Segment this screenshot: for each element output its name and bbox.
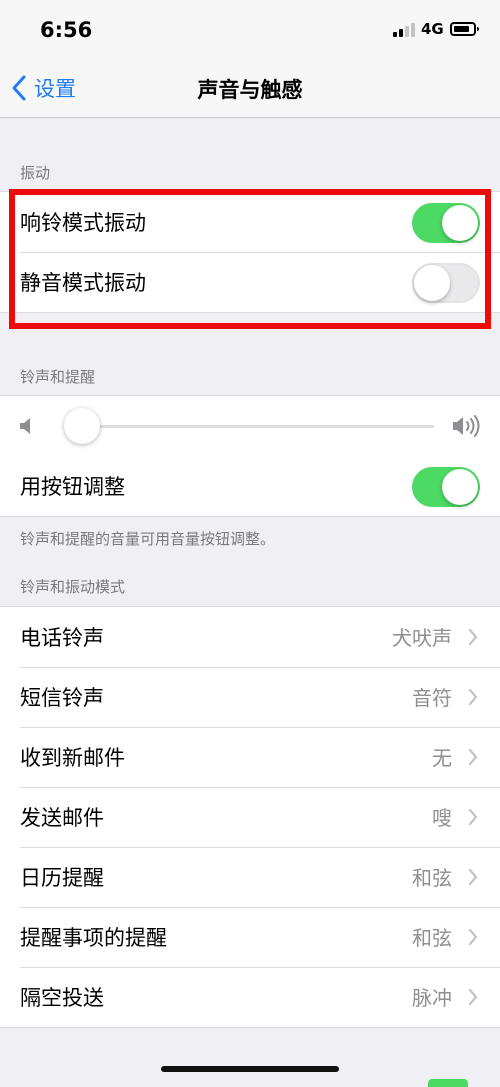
volume-slider-thumb[interactable] [64,408,100,444]
list-item-sent-mail[interactable]: 发送邮件 嗖 [0,787,500,847]
list-item-ringtone[interactable]: 电话铃声 犬吠声 [0,607,500,667]
row-value: 脉冲 [412,986,452,1010]
list-item-new-mail[interactable]: 收到新邮件 无 [0,727,500,787]
section-header-ringer: 铃声和提醒 [20,368,96,386]
silent-vibrate-toggle[interactable] [412,263,480,303]
chevron-right-icon [468,808,478,826]
row-value: 嗖 [432,806,452,830]
page-title: 声音与触感 [197,78,303,102]
row-label: 收到新邮件 [20,746,125,770]
chevron-right-icon [468,628,478,646]
adjust-with-buttons-row: 用按钮调整 [0,456,500,516]
silent-vibrate-row: 静音模式振动 [0,252,500,312]
patterns-group: 电话铃声 犬吠声 短信铃声 音符 收到新邮件 无 发送邮件 嗖 日历提醒 和弦 … [0,606,500,1028]
volume-slider-row [0,396,500,456]
speaker-high-icon [453,415,480,437]
status-bar: 6:56 4G [0,0,500,60]
row-value: 音符 [412,686,452,710]
speaker-low-icon [20,418,30,434]
row-label: 响铃模式振动 [20,211,146,235]
adjust-with-buttons-toggle[interactable] [412,467,480,507]
row-label: 用按钮调整 [20,475,125,499]
navigation-bar: 设置 声音与触感 [0,60,500,118]
row-value: 和弦 [412,866,452,890]
ringer-footnote: 铃声和提醒的音量可用音量按钮调整。 [20,530,276,548]
section-header-vibration: 振动 [20,164,51,182]
home-indicator[interactable] [161,1066,339,1072]
chevron-right-icon [468,988,478,1006]
status-time: 6:56 [40,18,93,42]
network-type: 4G [421,20,444,38]
chevron-right-icon [468,868,478,886]
row-value: 犬吠声 [392,626,452,650]
row-label: 日历提醒 [20,866,104,890]
chevron-right-icon [468,748,478,766]
row-value: 和弦 [412,926,452,950]
ringer-group: 用按钮调整 [0,395,500,517]
partial-toggle [428,1079,468,1087]
battery-icon [450,22,479,36]
list-item-calendar-alerts[interactable]: 日历提醒 和弦 [0,847,500,907]
row-value: 无 [432,746,452,770]
section-header-patterns: 铃声和振动模式 [20,578,126,596]
signal-icon [393,23,415,37]
row-label: 隔空投送 [20,986,104,1010]
row-label: 电话铃声 [20,626,104,650]
volume-slider-track[interactable] [80,425,434,428]
row-label: 静音模式振动 [20,271,146,295]
ring-vibrate-row: 响铃模式振动 [0,192,500,252]
list-item-airdrop[interactable]: 隔空投送 脉冲 [0,967,500,1027]
row-label: 发送邮件 [20,806,104,830]
chevron-right-icon [468,688,478,706]
row-label: 提醒事项的提醒 [20,926,167,950]
vibration-group: 响铃模式振动 静音模式振动 [0,191,500,313]
row-label: 短信铃声 [20,686,104,710]
list-item-text-tone[interactable]: 短信铃声 音符 [0,667,500,727]
chevron-right-icon [468,928,478,946]
list-item-reminder-alerts[interactable]: 提醒事项的提醒 和弦 [0,907,500,967]
ring-vibrate-toggle[interactable] [412,203,480,243]
